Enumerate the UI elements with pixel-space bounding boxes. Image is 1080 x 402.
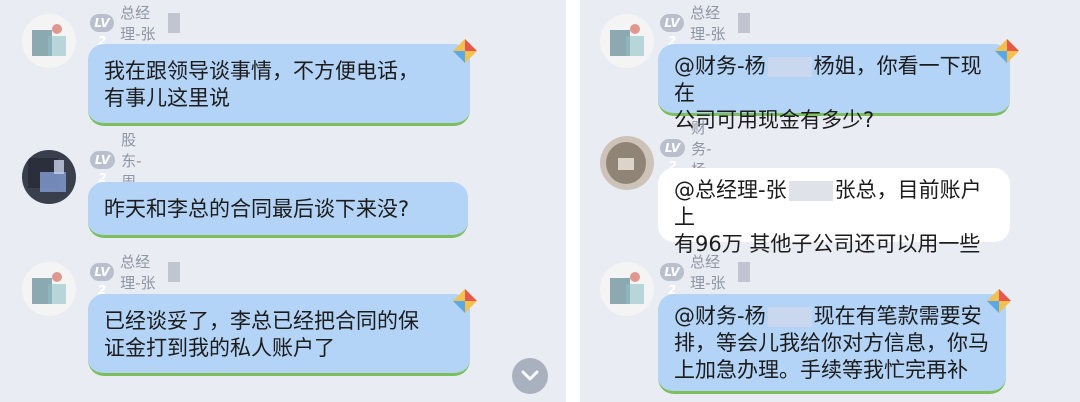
redaction-block xyxy=(737,262,751,282)
avatar[interactable] xyxy=(600,14,654,68)
avatar[interactable] xyxy=(22,262,76,316)
redaction-block xyxy=(167,13,181,33)
mention[interactable]: @总经理-张 xyxy=(674,178,787,202)
message-line: 昨天和李总的合同最后谈下来没? xyxy=(104,197,410,221)
sender-meta: LV 2 总经理-张 xyxy=(90,4,181,48)
scroll-down-button[interactable] xyxy=(512,358,548,394)
sender-name: 总经理-张 xyxy=(690,253,726,292)
kite-icon xyxy=(453,39,477,63)
message-line: 证金打到我的私人账户了 xyxy=(104,336,335,360)
redaction-block xyxy=(788,181,833,201)
mention[interactable]: @财务-杨 xyxy=(674,304,766,328)
message-line: 我在跟领导谈事情，不方便电话， xyxy=(104,59,419,83)
message-line: 有事儿这里说 xyxy=(104,86,230,110)
chat-panel-right: LV 2 总经理-张 @财务-杨 杨姐，你看一下现在 公司可用现金有多少? LV … xyxy=(580,0,1080,402)
level-badge: LV 2 xyxy=(660,14,685,48)
message-line: @财务-杨 现在有笔款需要安 xyxy=(674,303,990,330)
level-badge: LV 2 xyxy=(90,151,116,185)
avatar[interactable] xyxy=(600,136,654,190)
sender-meta: LV 2 总经理-张 xyxy=(660,253,751,297)
level-badge: LV 2 xyxy=(660,263,685,297)
sender-meta: LV 2 股东-周 xyxy=(90,131,154,191)
message-line: 已经谈妥了，李总已经把合同的保 xyxy=(104,309,419,333)
redaction-block xyxy=(737,13,751,33)
message-bubble[interactable]: 已经谈妥了，李总已经把合同的保 证金打到我的私人账户了 xyxy=(88,294,470,376)
level-badge: LV 2 xyxy=(660,139,686,173)
message-bubble[interactable]: @总经理-张 张总，目前账户上 有96万 其他子公司还可以用一些 xyxy=(658,168,1010,256)
chat-panel-left: LV 2 总经理-张 我在跟领导谈事情，不方便电话， 有事儿这里说 LV 2 股… xyxy=(0,0,566,402)
sender-meta: LV 2 财务-杨 xyxy=(660,119,724,179)
message-line: 排，等会儿我给你对方信息，你马 xyxy=(674,331,989,355)
message-bubble[interactable]: 昨天和李总的合同最后谈下来没? xyxy=(88,182,468,238)
message-line: @财务-杨 杨姐，你看一下现在 xyxy=(674,53,994,107)
kite-icon xyxy=(453,289,477,313)
message-bubble[interactable]: @财务-杨 杨姐，你看一下现在 公司可用现金有多少? xyxy=(658,44,1010,132)
avatar[interactable] xyxy=(22,150,76,204)
level-badge: LV 2 xyxy=(90,14,115,48)
redaction-block xyxy=(167,262,181,282)
sender-meta: LV 2 总经理-张 xyxy=(660,4,751,48)
sender-meta: LV 2 总经理-张 xyxy=(90,253,181,297)
redaction-block xyxy=(767,307,812,327)
message-bubble[interactable]: 我在跟领导谈事情，不方便电话， 有事儿这里说 xyxy=(88,44,470,126)
sender-name: 总经理-张 xyxy=(690,4,726,43)
message-line: 上加急办理。手续等我忙完再补 xyxy=(674,358,968,382)
kite-icon xyxy=(995,39,1019,63)
redaction-block xyxy=(767,57,812,77)
mention[interactable]: @财务-杨 xyxy=(674,54,766,78)
kite-icon xyxy=(987,289,1011,313)
sender-name: 总经理-张 xyxy=(120,4,156,43)
sender-name: 总经理-张 xyxy=(120,253,156,292)
chevron-down-icon xyxy=(521,370,539,381)
message-bubble[interactable]: @财务-杨 现在有笔款需要安 排，等会儿我给你对方信息，你马 上加急办理。手续等我… xyxy=(658,294,1006,394)
message-line: @总经理-张 张总，目前账户上 xyxy=(674,177,994,231)
avatar[interactable] xyxy=(600,262,654,316)
level-badge: LV 2 xyxy=(90,263,115,297)
message-text: 现在有笔款需要安 xyxy=(813,304,982,328)
avatar[interactable] xyxy=(22,14,76,68)
